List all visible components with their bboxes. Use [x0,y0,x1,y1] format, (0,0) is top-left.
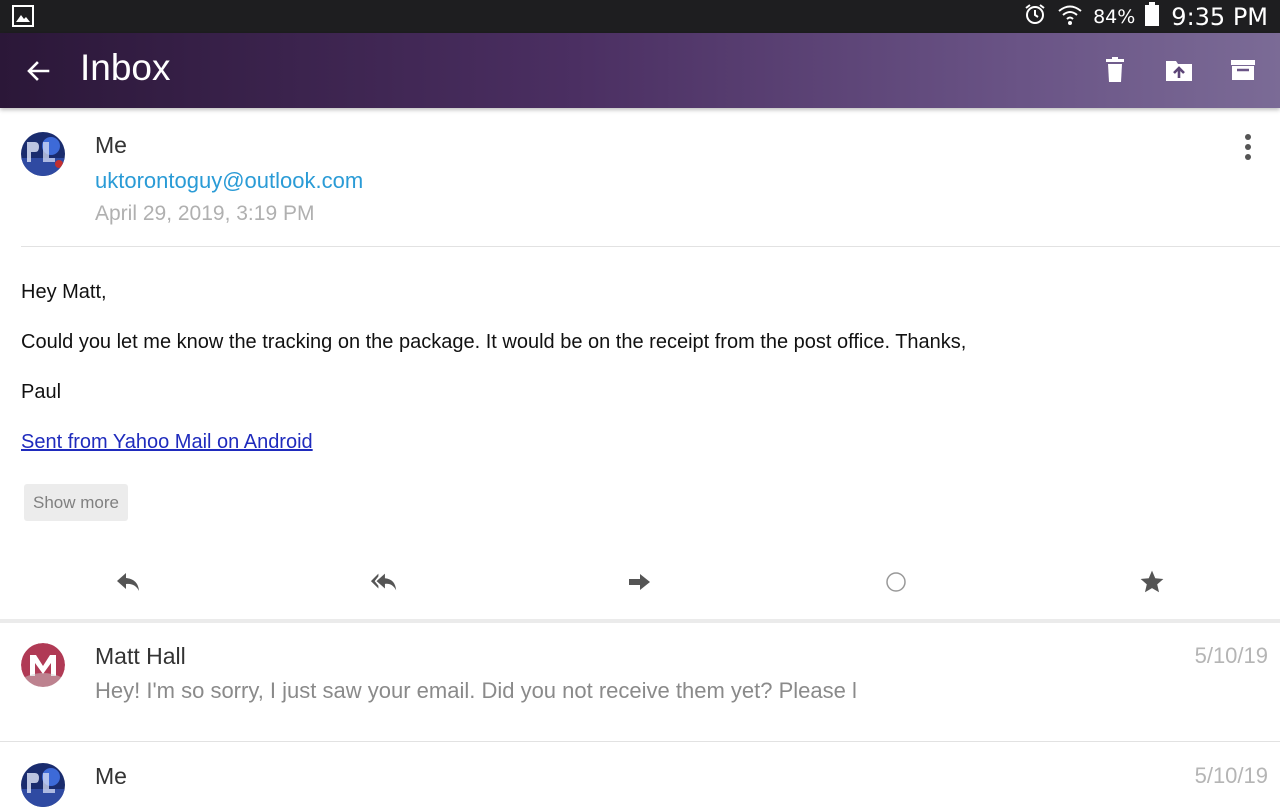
page-title: Inbox [80,47,171,88]
more-options-icon[interactable] [1236,132,1260,164]
wifi-icon [1057,2,1083,31]
app-bar: Inbox [0,33,1280,108]
forward-icon[interactable] [626,568,654,596]
star-icon[interactable] [1138,568,1166,596]
body-text: Could you let me know the tracking on th… [21,331,967,353]
thread-date: 5/10/19 [1194,763,1268,788]
reply-icon[interactable] [114,568,142,596]
signature-link[interactable]: Sent from Yahoo Mail on Android [21,431,313,454]
battery-percent: 84% [1093,5,1136,28]
clock-time: 9:35 PM [1171,2,1268,31]
body-greeting: Hey Matt, [21,281,107,303]
thread-sender: Me [95,763,127,789]
move-to-folder-icon[interactable] [1162,53,1196,87]
avatar [21,763,65,807]
avatar [21,132,65,176]
status-bar: 84% 9:35 PM [0,0,1280,33]
sender-name: Me [95,132,127,158]
show-more-button[interactable]: Show more [24,484,128,521]
avatar [21,643,65,687]
back-arrow-icon[interactable] [22,55,54,87]
archive-icon[interactable] [1226,53,1260,87]
thread-separator [0,619,1280,623]
body-signoff: Paul [21,381,62,403]
sender-email[interactable]: uktorontoguy@outlook.com [95,168,363,194]
reply-all-icon[interactable] [370,568,398,596]
thread-sender: Matt Hall [95,643,186,669]
status-icons: 84% 9:35 PM [1023,0,1268,33]
header-divider [21,246,1280,247]
battery-icon [1145,2,1160,31]
delete-icon[interactable] [1098,53,1132,87]
gallery-icon [12,5,34,27]
row-divider [0,741,1280,742]
message-date: April 29, 2019, 3:19 PM [95,202,315,225]
mark-unread-icon[interactable] [882,568,910,596]
thread-date: 5/10/19 [1194,643,1268,668]
thread-snippet: Hey! I'm so sorry, I just saw your email… [95,678,857,703]
alarm-icon [1023,2,1047,31]
